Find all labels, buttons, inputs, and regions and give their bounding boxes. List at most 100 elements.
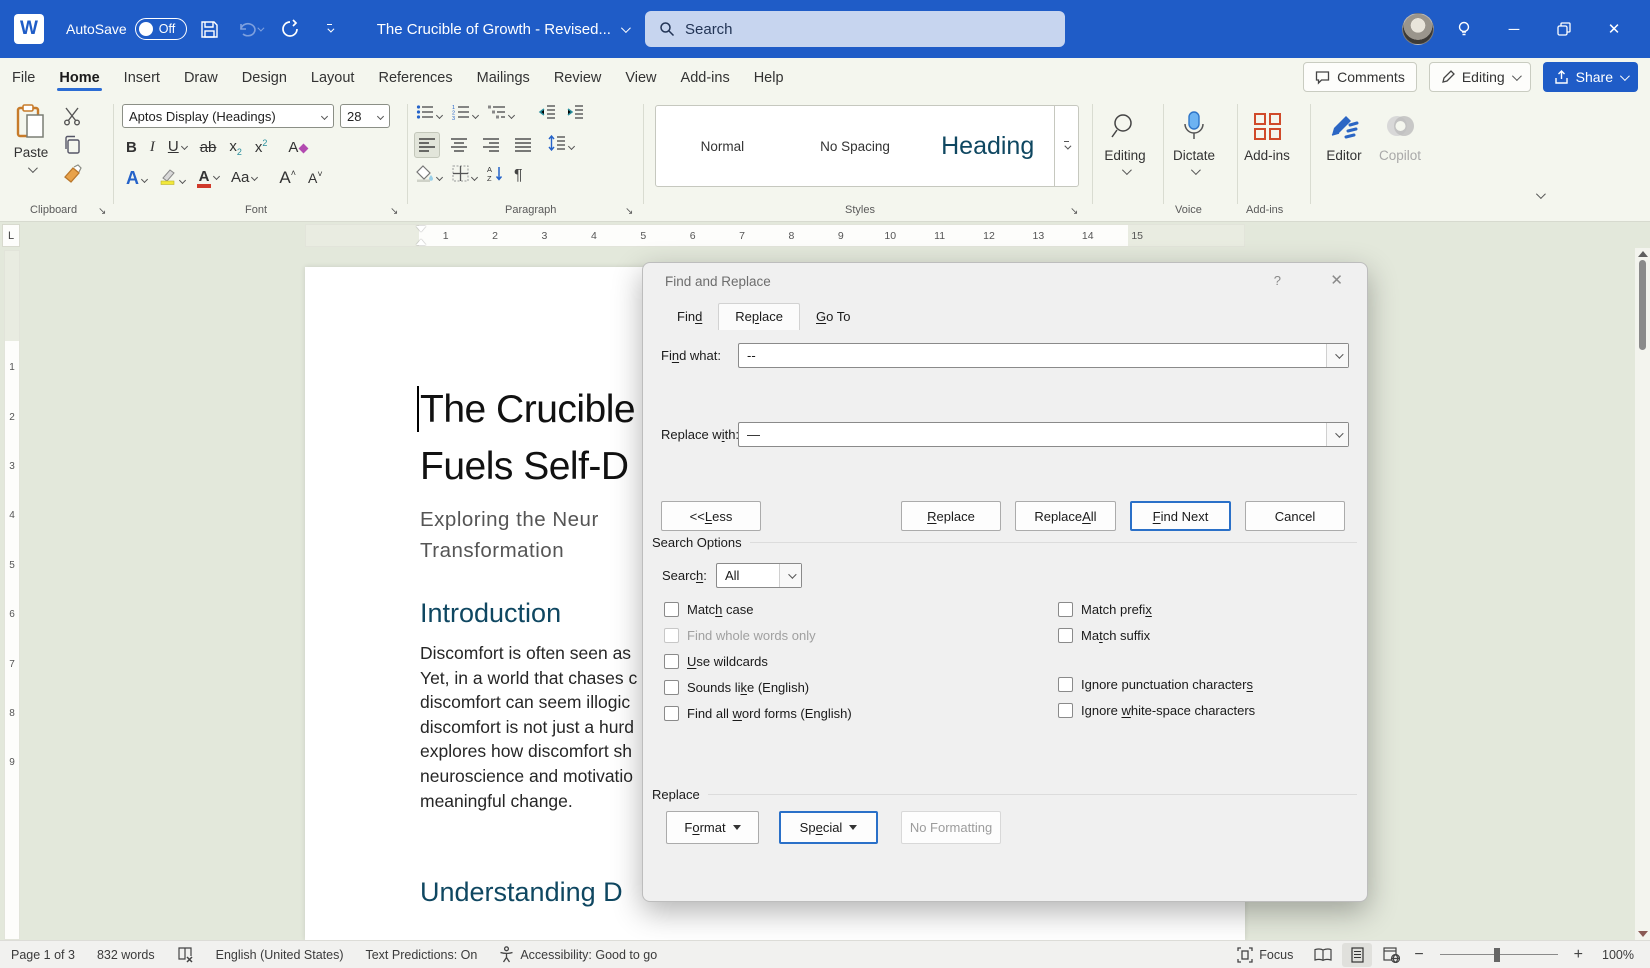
autosave-control[interactable]: AutoSave Off (66, 18, 187, 40)
ribbon-tab[interactable]: Design (230, 61, 299, 93)
increase-indent-button[interactable] (566, 104, 584, 125)
avatar[interactable] (1402, 13, 1434, 45)
copilot-button[interactable]: Copilot (1368, 104, 1432, 163)
horizontal-ruler[interactable]: 123456789101112131415 (305, 224, 1245, 247)
first-line-indent-marker[interactable] (416, 226, 426, 232)
cut-icon[interactable] (62, 106, 82, 126)
undo-button[interactable] (233, 12, 267, 46)
comments-button[interactable]: Comments (1303, 62, 1417, 92)
text-predictions[interactable]: Text Predictions: On (354, 948, 488, 962)
ribbon-tab[interactable]: View (613, 61, 668, 93)
dialog-close-icon[interactable]: ✕ (1330, 271, 1343, 289)
strikethrough-button[interactable]: ab (200, 139, 217, 156)
format-button[interactable]: Format (666, 811, 759, 844)
ribbon-tab[interactable]: Layout (299, 61, 367, 93)
minimize-button[interactable]: ─ (1494, 9, 1534, 49)
vertical-scrollbar[interactable] (1635, 248, 1650, 940)
styles-dialog-launcher[interactable]: ↘ (1070, 206, 1078, 217)
checkbox-option[interactable]: Match suffix (1058, 622, 1255, 648)
tell-me-lightbulb-icon[interactable] (1444, 9, 1484, 49)
underline-button[interactable]: U (168, 138, 187, 156)
ribbon-tab[interactable]: Add-ins (669, 61, 742, 93)
zoom-slider[interactable] (1440, 954, 1558, 956)
checkbox-option[interactable]: Find whole words only (664, 622, 852, 648)
hanging-indent-marker[interactable] (416, 239, 426, 245)
restore-button[interactable] (1544, 9, 1584, 49)
vertical-ruler[interactable]: 123456789 (4, 250, 20, 940)
ribbon-tab[interactable]: Home (47, 61, 111, 93)
replace-button[interactable]: Replace (901, 501, 1001, 531)
search-direction-dropdown[interactable] (779, 564, 801, 587)
editor-button[interactable]: Editor (1312, 104, 1376, 163)
ribbon-tab[interactable]: Insert (112, 61, 172, 93)
checkbox[interactable] (664, 706, 679, 721)
styles-more-button[interactable] (1054, 105, 1078, 187)
checkbox-option[interactable]: Sounds like (English) (664, 674, 852, 700)
find-what-dropdown[interactable] (1326, 344, 1348, 367)
close-button[interactable]: ✕ (1594, 9, 1634, 49)
read-mode-button[interactable] (1308, 943, 1338, 967)
cancel-button[interactable]: Cancel (1245, 501, 1345, 531)
scroll-up-arrow[interactable] (1638, 251, 1648, 257)
save-icon[interactable] (193, 12, 227, 46)
checkbox[interactable] (1058, 602, 1073, 617)
no-formatting-button[interactable]: No Formatting (901, 811, 1001, 844)
zoom-level[interactable]: 100% (1591, 948, 1644, 962)
align-left-button[interactable] (414, 132, 440, 158)
style-heading[interactable]: Heading (921, 132, 1054, 161)
align-center-button[interactable] (446, 132, 472, 158)
find-next-button[interactable]: Find Next (1130, 501, 1231, 531)
collapse-ribbon-chevron-icon[interactable] (1536, 189, 1546, 199)
ribbon-tab[interactable]: Mailings (465, 61, 542, 93)
find-what-input[interactable]: -- (738, 343, 1349, 368)
dialog-tab[interactable]: Replace (718, 303, 800, 330)
focus-button[interactable]: Focus (1226, 947, 1304, 963)
font-size-select[interactable]: 28 (340, 104, 390, 128)
autosave-toggle[interactable]: Off (135, 18, 187, 40)
bullets-button[interactable] (416, 104, 442, 125)
addins-button[interactable]: Add-ins (1235, 104, 1299, 163)
checkbox[interactable] (1058, 703, 1073, 718)
multilevel-list-button[interactable] (488, 104, 514, 125)
checkbox[interactable] (664, 654, 679, 669)
print-layout-button[interactable] (1342, 943, 1372, 967)
scrollbar-thumb[interactable] (1639, 260, 1646, 350)
customize-qat-button[interactable] (313, 12, 347, 46)
zoom-slider-thumb[interactable] (1494, 948, 1500, 962)
checkbox[interactable] (664, 680, 679, 695)
clear-formatting-button[interactable]: A (288, 139, 307, 156)
font-dialog-launcher[interactable]: ↘ (390, 206, 398, 217)
line-spacing-button[interactable] (548, 135, 574, 156)
checkbox[interactable] (664, 628, 679, 643)
proofing-errors-icon[interactable] (166, 946, 205, 963)
checkbox-option[interactable]: Ignore punctuation characters (1058, 671, 1255, 697)
change-case-button[interactable]: Aa (231, 169, 257, 187)
shading-button[interactable] (416, 164, 442, 187)
checkbox-option[interactable]: Match prefix (1058, 596, 1255, 622)
format-painter-icon[interactable] (62, 164, 83, 185)
pilcrow-button[interactable]: ¶ (514, 167, 523, 185)
checkbox-option[interactable]: Match case (664, 596, 852, 622)
search-direction-select[interactable]: All (716, 563, 802, 588)
justify-button[interactable] (510, 132, 536, 158)
dialog-tab[interactable]: Find (661, 304, 718, 330)
replace-with-input[interactable]: — (738, 422, 1349, 447)
font-color-button[interactable]: A (197, 168, 219, 188)
ribbon-tab[interactable]: Draw (172, 61, 230, 93)
checkbox[interactable] (664, 602, 679, 617)
find-replace-dialog[interactable]: Find and Replace ? ✕ FindReplaceGo To Fi… (642, 262, 1368, 902)
redo-button[interactable] (273, 12, 307, 46)
tab-selector[interactable]: L (2, 224, 20, 247)
editing-button[interactable]: Editing (1093, 104, 1157, 178)
italic-button[interactable]: I (150, 139, 155, 156)
word-logo[interactable]: W (14, 14, 44, 44)
borders-button[interactable] (452, 165, 477, 187)
language-indicator[interactable]: English (United States) (205, 948, 355, 962)
style-no-spacing[interactable]: No Spacing (789, 139, 922, 154)
zoom-out-button[interactable]: − (1410, 946, 1427, 964)
superscript-button[interactable]: x2 (255, 138, 268, 156)
word-count[interactable]: 832 words (86, 948, 166, 962)
special-button[interactable]: Special (779, 811, 878, 844)
decrease-indent-button[interactable] (538, 104, 556, 125)
checkbox-option[interactable]: Use wildcards (664, 648, 852, 674)
